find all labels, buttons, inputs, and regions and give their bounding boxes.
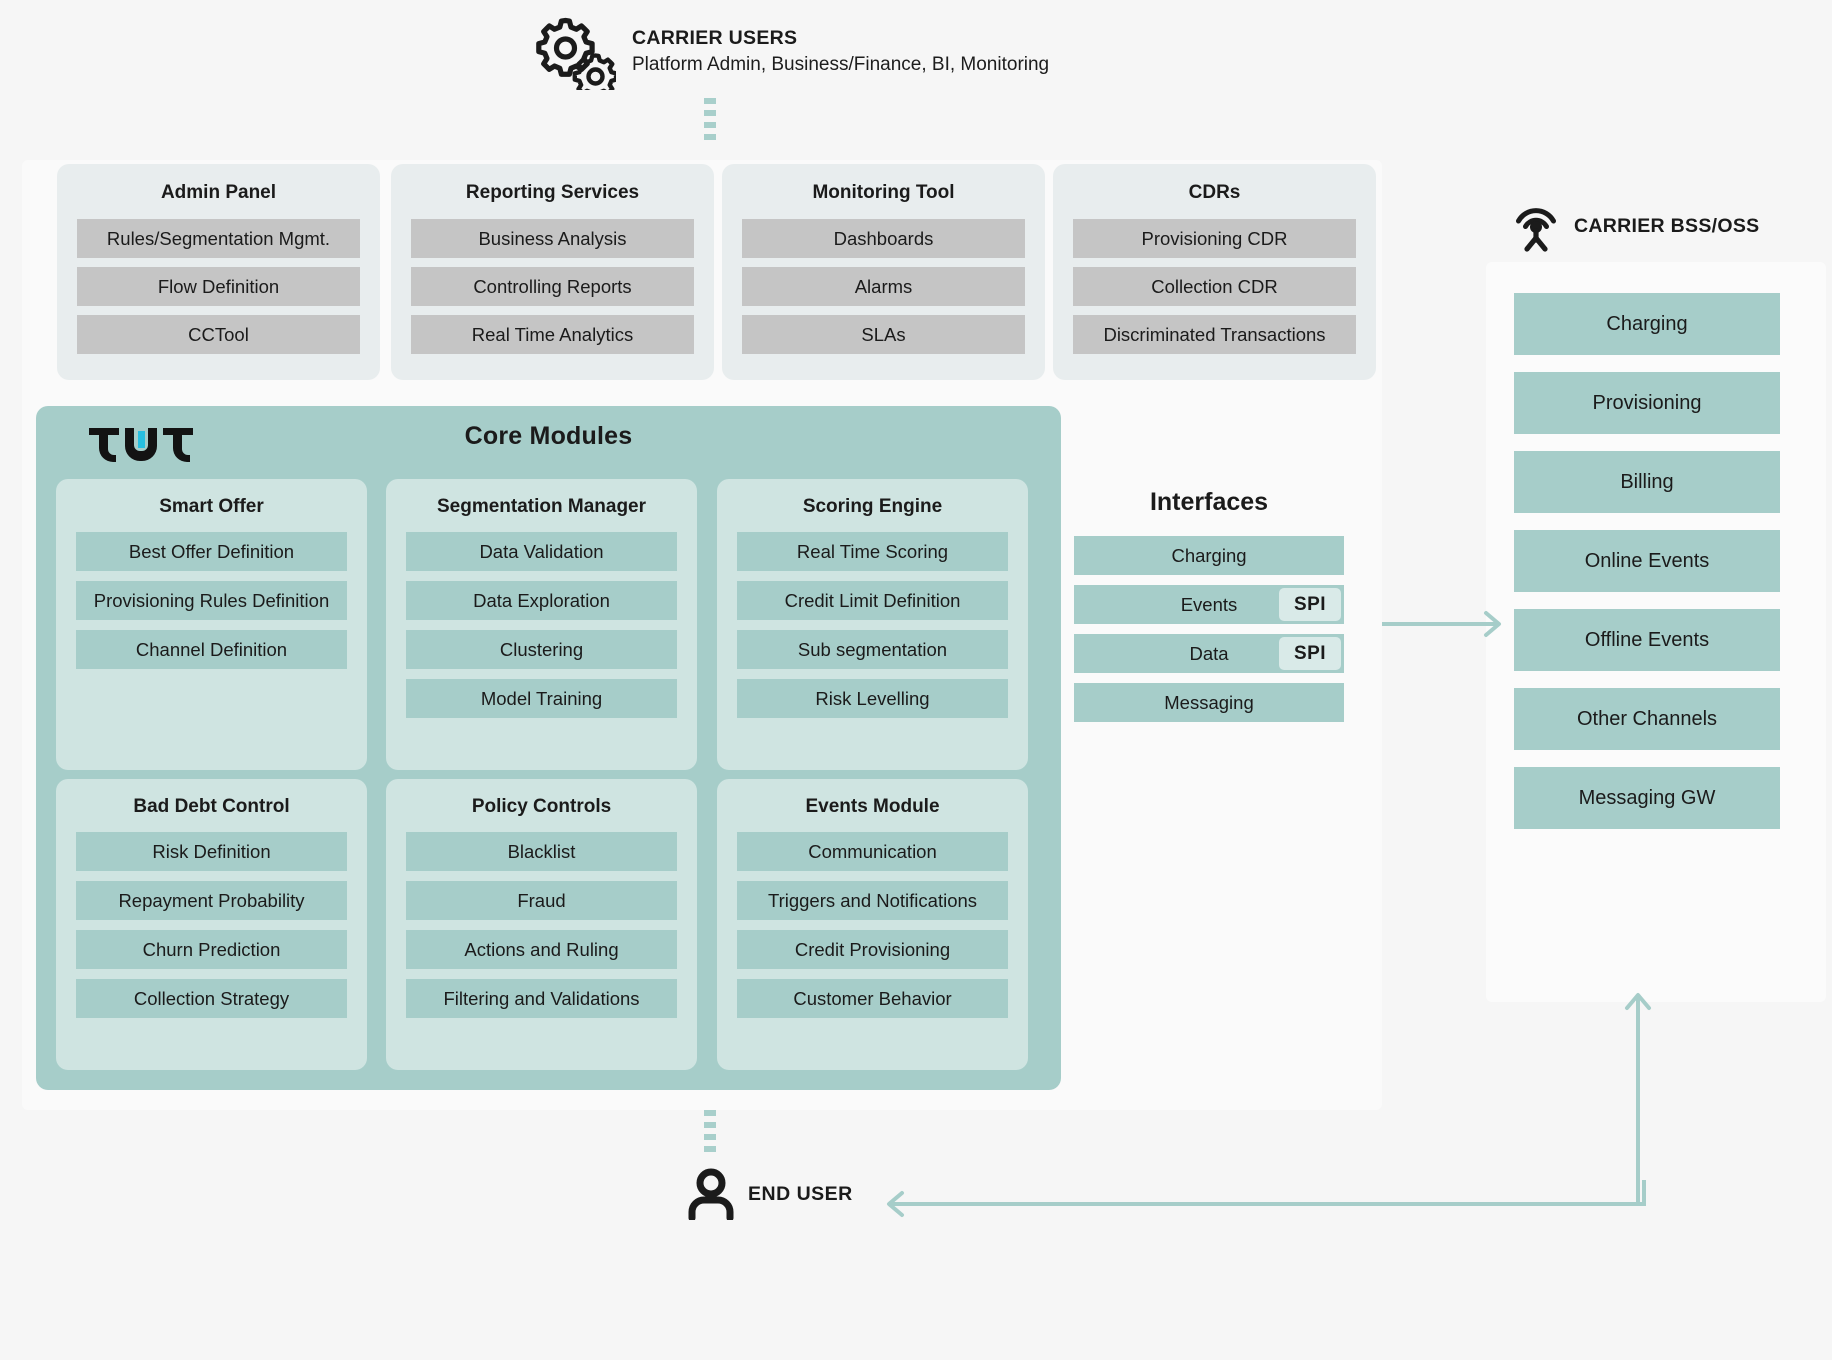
chip-item[interactable]: Best Offer Definition [76,532,347,571]
interface-data[interactable]: Data SPI [1074,634,1344,673]
spi-badge: SPI [1279,637,1341,670]
carrier-users-connector [704,98,716,146]
interface-label: Data [1189,642,1229,664]
card-policy-controls[interactable]: Policy Controls Blacklist Fraud Actions … [386,779,697,1070]
card-segmentation-manager[interactable]: Segmentation Manager Data Validation Dat… [386,479,697,770]
chip-item[interactable]: Rules/Segmentation Mgmt. [77,219,360,258]
antenna-icon [1512,200,1560,252]
card-title: Smart Offer [159,496,264,517]
chip-item[interactable]: Real Time Scoring [737,532,1008,571]
chip-item[interactable]: Real Time Analytics [411,315,694,354]
card-title: CDRs [1188,182,1241,203]
interface-charging[interactable]: Charging [1074,536,1344,575]
card-scoring-engine[interactable]: Scoring Engine Real Time Scoring Credit … [717,479,1028,770]
chip-item[interactable]: Fraud [406,881,677,920]
bss-upward-arrow [1625,993,1651,1204]
chip-item[interactable]: Data Exploration [406,581,677,620]
person-icon [686,1168,736,1220]
card-title: Admin Panel [160,182,277,203]
interface-label: Charging [1171,544,1247,566]
chip-item[interactable]: Clustering [406,630,677,669]
card-title: Segmentation Manager [436,496,647,517]
card-monitoring-tool[interactable]: Monitoring Tool Dashboards Alarms SLAs [722,164,1045,380]
bss-item[interactable]: Billing [1514,451,1780,513]
chip-item[interactable]: Model Training [406,679,677,718]
card-title: Reporting Services [465,182,640,203]
card-smart-offer[interactable]: Smart Offer Best Offer Definition Provis… [56,479,367,770]
chip-item[interactable]: Data Validation [406,532,677,571]
bss-oss-list: Charging Provisioning Billing Online Eve… [1514,293,1780,829]
end-user-title: END USER [748,1182,853,1205]
card-events-module[interactable]: Events Module Communication Triggers and… [717,779,1028,1070]
chip-item[interactable]: Sub segmentation [737,630,1008,669]
interface-label: Messaging [1164,691,1254,713]
chip-item[interactable]: CCTool [77,315,360,354]
chip-item[interactable]: Collection Strategy [76,979,347,1018]
bss-item[interactable]: Offline Events [1514,609,1780,671]
chip-item[interactable]: Communication [737,832,1008,871]
bss-item[interactable]: Messaging GW [1514,767,1780,829]
core-modules-title: Core Modules [464,422,633,450]
chip-item[interactable]: Triggers and Notifications [737,881,1008,920]
chip-item[interactable]: Provisioning CDR [1073,219,1356,258]
end-user-connector [704,1110,716,1158]
card-title: Monitoring Tool [812,182,955,203]
chip-item[interactable]: Repayment Probability [76,881,347,920]
interface-label: Events [1180,593,1238,615]
chip-item[interactable]: Credit Limit Definition [737,581,1008,620]
chip-item[interactable]: Blacklist [406,832,677,871]
chip-item[interactable]: Churn Prediction [76,930,347,969]
interfaces-title: Interfaces [1149,488,1269,516]
carrier-users-header: CARRIER USERS Platform Admin, Business/F… [534,14,1049,90]
interfaces-group: Interfaces Charging Events SPI Data SPI … [1074,488,1344,722]
chip-item[interactable]: Flow Definition [77,267,360,306]
card-admin-panel[interactable]: Admin Panel Rules/Segmentation Mgmt. Flo… [57,164,380,380]
card-title: Scoring Engine [802,496,943,517]
card-title: Events Module [805,796,940,817]
interface-messaging[interactable]: Messaging [1074,683,1344,722]
interface-events[interactable]: Events SPI [1074,585,1344,624]
chip-item[interactable]: Credit Provisioning [737,930,1008,969]
chip-item[interactable]: Risk Definition [76,832,347,871]
carrier-bss-oss-header: CARRIER BSS/OSS [1512,200,1759,252]
carrier-bss-oss-title: CARRIER BSS/OSS [1574,214,1760,237]
chip-item[interactable]: Alarms [742,267,1025,306]
chip-item[interactable]: Business Analysis [411,219,694,258]
diagram-canvas: CARRIER USERS Platform Admin, Business/F… [0,0,1832,1244]
chip-item[interactable]: Customer Behavior [737,979,1008,1018]
end-user-group: END USER [686,1168,853,1220]
chip-item[interactable]: Controlling Reports [411,267,694,306]
chip-item[interactable]: SLAs [742,315,1025,354]
chip-item[interactable]: Collection CDR [1073,267,1356,306]
card-title: Bad Debt Control [133,796,290,817]
carrier-users-title: CARRIER USERS [632,26,798,49]
chip-item[interactable]: Discriminated Transactions [1073,315,1356,354]
chip-item[interactable]: Filtering and Validations [406,979,677,1018]
card-bad-debt-control[interactable]: Bad Debt Control Risk Definition Repayme… [56,779,367,1070]
chip-item[interactable]: Channel Definition [76,630,347,669]
chip-item[interactable]: Provisioning Rules Definition [76,581,347,620]
bss-to-end-user-arrow [887,1180,1646,1217]
chip-item[interactable]: Dashboards [742,219,1025,258]
bss-item[interactable]: Charging [1514,293,1780,355]
card-cdrs[interactable]: CDRs Provisioning CDR Collection CDR Dis… [1053,164,1376,380]
carrier-users-subtitle: Platform Admin, Business/Finance, BI, Mo… [632,54,1050,76]
bss-item[interactable]: Online Events [1514,530,1780,592]
card-title: Policy Controls [471,796,612,817]
chip-item[interactable]: Risk Levelling [737,679,1008,718]
gears-icon [534,14,616,90]
bss-item[interactable]: Other Channels [1514,688,1780,750]
bss-item[interactable]: Provisioning [1514,372,1780,434]
chip-item[interactable]: Actions and Ruling [406,930,677,969]
spi-badge: SPI [1279,588,1341,621]
card-reporting-services[interactable]: Reporting Services Business Analysis Con… [391,164,714,380]
